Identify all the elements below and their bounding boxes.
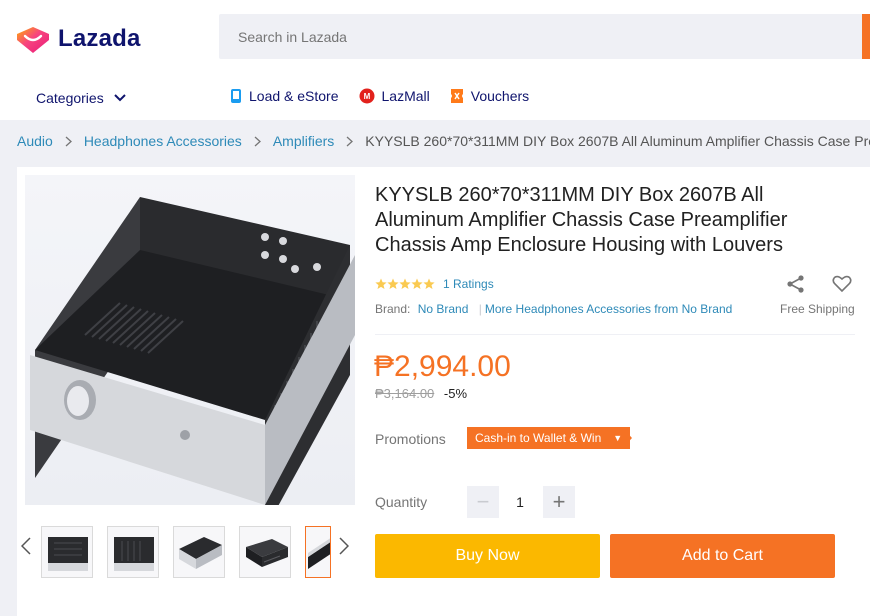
breadcrumb: Audio Headphones Accessories Amplifiers … bbox=[17, 133, 870, 149]
search-bar bbox=[219, 14, 870, 59]
thumbnail-2[interactable] bbox=[107, 526, 159, 578]
separator: | bbox=[478, 302, 482, 316]
quantity-increase-button[interactable]: + bbox=[543, 486, 575, 518]
star-icon bbox=[375, 278, 387, 289]
breadcrumb-current: KYYSLB 260*70*311MM DIY Box 2607B All Al… bbox=[365, 133, 870, 149]
breadcrumb-item[interactable]: Amplifiers bbox=[273, 133, 334, 149]
categories-dropdown[interactable]: Categories bbox=[36, 90, 126, 106]
phone-icon bbox=[230, 88, 242, 104]
search-button[interactable] bbox=[862, 14, 870, 59]
free-shipping-label: Free Shipping bbox=[780, 302, 855, 316]
brand-line: Brand: No Brand | More Headphones Accesso… bbox=[375, 302, 732, 316]
promo-tag-tail bbox=[622, 427, 632, 449]
categories-label: Categories bbox=[36, 90, 104, 106]
ratings-count-link[interactable]: 1 Ratings bbox=[443, 277, 494, 291]
caret-down-icon: ▼ bbox=[613, 433, 623, 443]
brand-label: Brand: bbox=[375, 302, 411, 316]
thumbnail-1[interactable] bbox=[41, 526, 93, 578]
nav-lazmall[interactable]: M LazMall bbox=[359, 88, 430, 104]
star-icon bbox=[411, 278, 423, 289]
chevron-right-icon bbox=[346, 136, 354, 147]
svg-text:M: M bbox=[363, 92, 370, 101]
chevron-right-icon bbox=[254, 136, 261, 147]
thumbnail-5[interactable] bbox=[305, 526, 331, 578]
search-input[interactable] bbox=[219, 14, 819, 59]
nav-label: Vouchers bbox=[470, 88, 530, 104]
promotion-text: Cash-in to Wallet & Win bbox=[475, 431, 602, 445]
more-from-brand-link[interactable]: More Headphones Accessories from No Bran… bbox=[485, 302, 732, 316]
chevron-right-icon bbox=[65, 136, 72, 147]
star-rating bbox=[375, 278, 435, 290]
product-title: KYYSLB 260*70*311MM DIY Box 2607B All Al… bbox=[375, 184, 788, 256]
promotions-label: Promotions bbox=[375, 431, 446, 447]
amplifier-chassis-image bbox=[30, 197, 355, 505]
heart-icon[interactable] bbox=[832, 274, 852, 294]
lazada-logo[interactable]: Lazada bbox=[16, 24, 141, 54]
logo-text: Lazada bbox=[58, 25, 141, 52]
chevron-right-icon[interactable] bbox=[339, 537, 350, 560]
chevron-left-icon[interactable] bbox=[20, 537, 31, 560]
thumbnail-3[interactable] bbox=[173, 526, 225, 578]
star-icon bbox=[399, 278, 411, 289]
add-to-cart-button[interactable]: Add to Cart bbox=[610, 534, 835, 578]
current-price: ₱2,994.00 bbox=[374, 350, 511, 383]
quantity-label: Quantity bbox=[375, 494, 428, 510]
original-price: ₱3,164.00 bbox=[375, 386, 435, 401]
divider bbox=[375, 334, 855, 335]
thumbnail-4[interactable] bbox=[239, 526, 291, 578]
star-icon bbox=[387, 278, 399, 289]
quantity-decrease-button[interactable]: − bbox=[467, 486, 499, 518]
discount-badge: -5% bbox=[443, 386, 468, 401]
brand-link[interactable]: No Brand bbox=[418, 302, 469, 316]
product-main-image[interactable] bbox=[25, 175, 355, 505]
nav-vouchers[interactable]: Vouchers bbox=[450, 88, 529, 104]
site-header: Lazada Categories Load & eStore M LazMal… bbox=[0, 0, 870, 120]
buy-now-button[interactable]: Buy Now bbox=[375, 534, 600, 578]
chevron-down-icon bbox=[113, 94, 126, 102]
breadcrumb-item[interactable]: Audio bbox=[17, 133, 53, 149]
thumbnail-gallery bbox=[17, 517, 362, 582]
voucher-icon bbox=[450, 88, 464, 104]
nav-label: LazMall bbox=[381, 88, 430, 104]
promotion-tag[interactable]: Cash-in to Wallet & Win ▼ bbox=[467, 427, 631, 449]
nav-load-estore[interactable]: Load & eStore bbox=[230, 88, 339, 104]
share-icon[interactable] bbox=[786, 274, 806, 294]
nav-label: Load & eStore bbox=[249, 88, 339, 104]
star-icon bbox=[423, 278, 435, 289]
rating-summary: 1 Ratings bbox=[375, 277, 494, 291]
top-nav: Load & eStore M LazMall Vouchers bbox=[230, 88, 529, 104]
breadcrumb-item[interactable]: Headphones Accessories bbox=[84, 133, 242, 149]
original-price-row: ₱3,164.00 -5% bbox=[375, 386, 467, 401]
lazmall-icon: M bbox=[359, 88, 375, 104]
lazada-heart-icon bbox=[17, 27, 49, 53]
quantity-value[interactable]: 1 bbox=[505, 494, 535, 510]
